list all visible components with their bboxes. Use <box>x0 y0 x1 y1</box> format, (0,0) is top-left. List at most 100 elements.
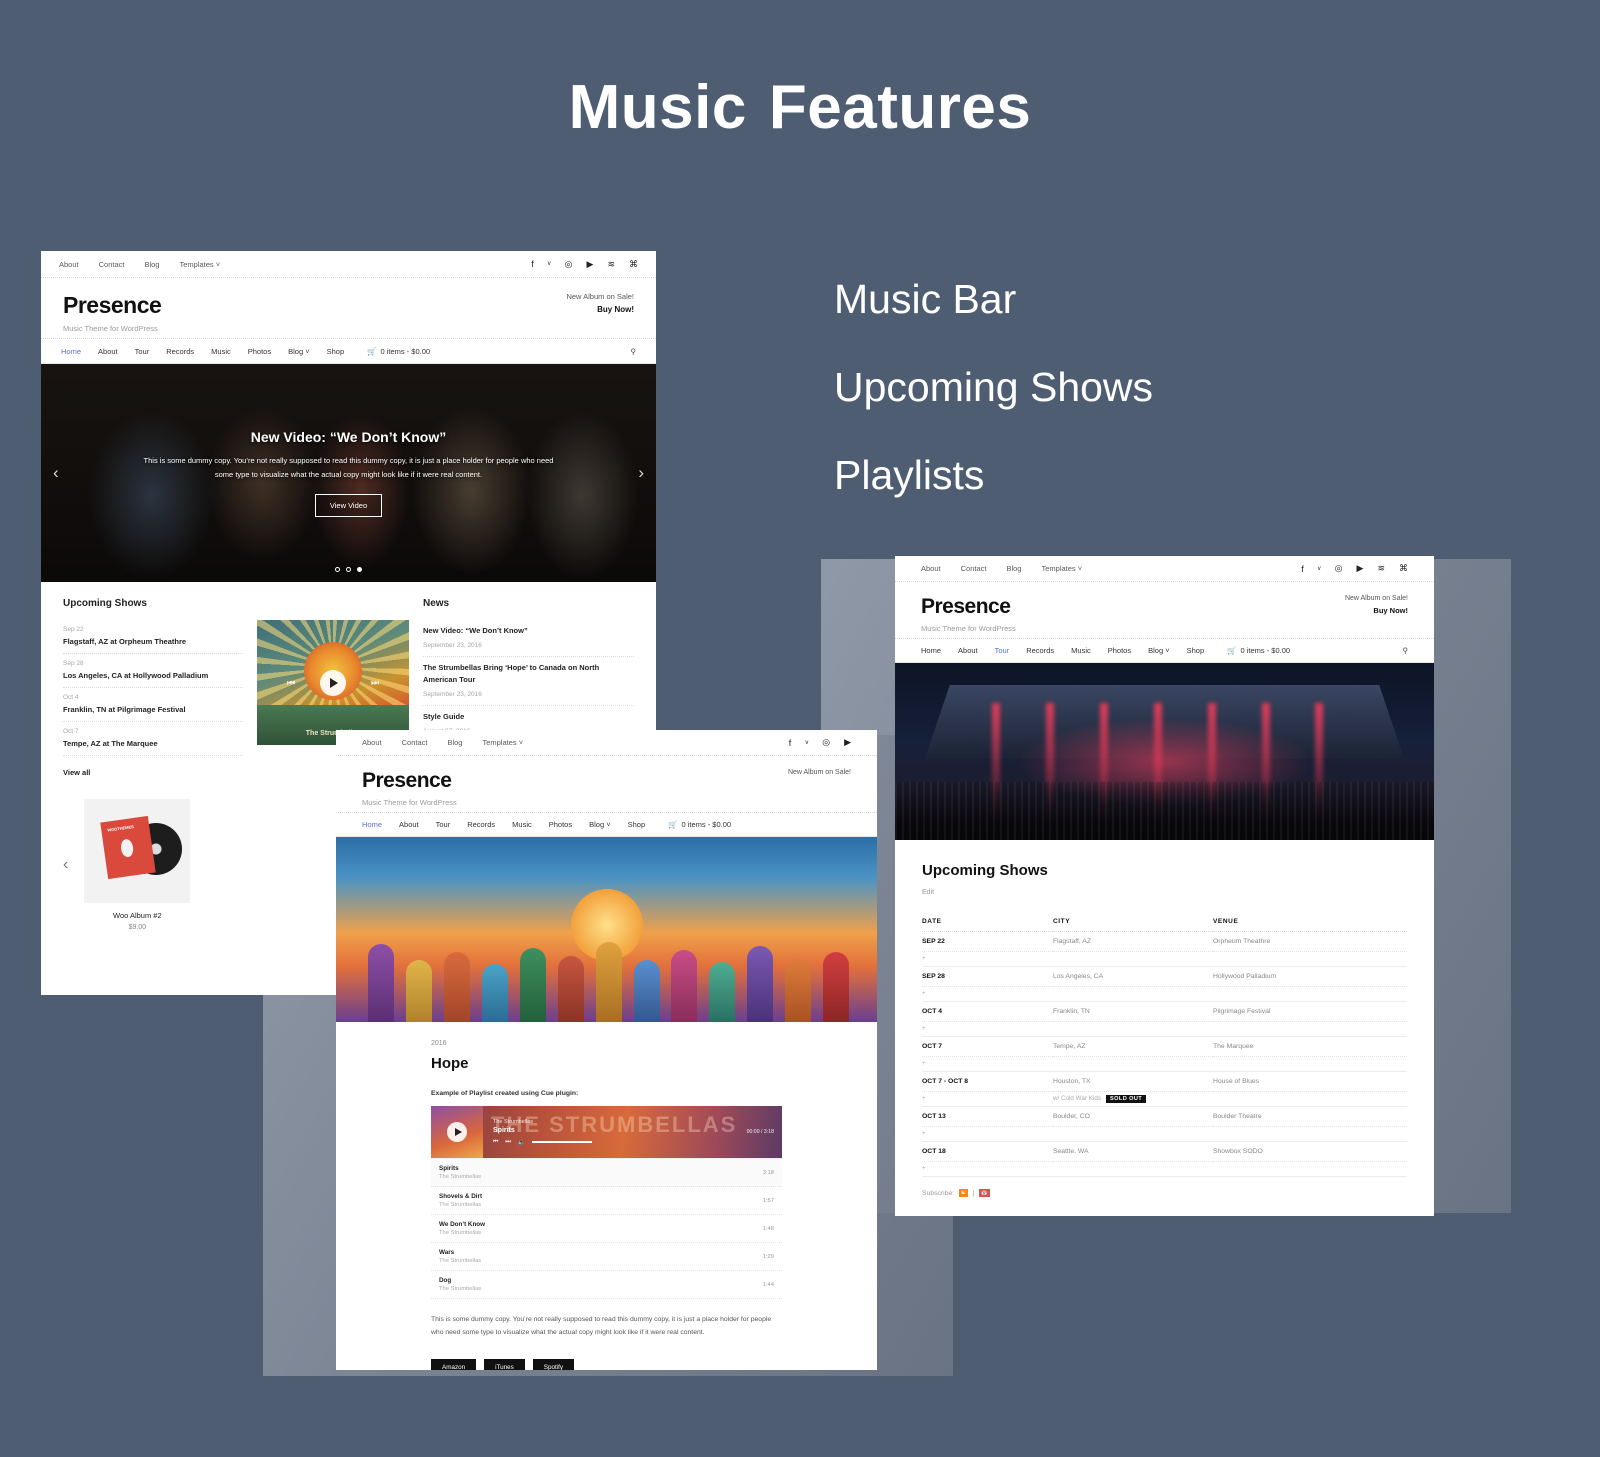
browser-window-tour[interactable]: About Contact Blog Templates ˅ f ᵛ ◎ ▶ ≋… <box>895 556 1434 1216</box>
track-row[interactable]: Spirits The Strumbellas 3:18 <box>431 1159 782 1187</box>
soundcloud-icon[interactable]: ≋ <box>1377 563 1385 574</box>
expand-icon[interactable]: + <box>922 1126 1053 1142</box>
youtube-icon[interactable]: ▶ <box>1357 563 1364 574</box>
volume-icon[interactable]: 🔈 <box>518 1139 525 1146</box>
top-link-about[interactable]: About <box>59 260 79 269</box>
nav-item-home[interactable]: Home <box>921 646 941 655</box>
nav-item-photos[interactable]: Photos <box>549 820 572 829</box>
facebook-icon[interactable]: f <box>789 738 792 748</box>
rss-icon[interactable]: ☯ <box>959 1189 968 1197</box>
skip-forward-icon[interactable]: ⏭ <box>371 677 379 688</box>
expand-icon[interactable]: + <box>922 1161 1053 1177</box>
instagram-icon[interactable]: ◎ <box>1335 563 1343 574</box>
top-link-templates[interactable]: Templates ˅ <box>482 738 523 747</box>
nav-item-about[interactable]: About <box>98 347 118 356</box>
nav-item-about[interactable]: About <box>958 646 978 655</box>
track-row[interactable]: Shovels & Dirt The Strumbellas 1:57 <box>431 1187 782 1215</box>
top-link-blog[interactable]: Blog <box>447 738 462 747</box>
cart-button[interactable]: 🛒 0 items - $0.00 <box>1227 646 1290 655</box>
nav-item-records[interactable]: Records <box>1026 646 1054 655</box>
track-row[interactable]: Dog The Strumbellas 1:44 <box>431 1271 782 1299</box>
soundcloud-icon[interactable]: ≋ <box>607 259 615 270</box>
table-row[interactable]: OCT 7 Tempe, AZ The Marquee <box>922 1036 1407 1057</box>
facebook-icon[interactable]: f <box>531 259 534 269</box>
table-row[interactable]: OCT 7 - OCT 8 Houston, TX House of Blues <box>922 1071 1407 1092</box>
slider-dot[interactable] <box>346 567 351 572</box>
track-row[interactable]: We Don’t Know The Strumbellas 1:48 <box>431 1215 782 1243</box>
search-icon[interactable]: ⚲ <box>631 347 637 356</box>
table-row[interactable]: SEP 22 Flagstaff, AZ Orpheum Theathre <box>922 931 1407 952</box>
twitter-icon[interactable]: ᵛ <box>1318 564 1321 574</box>
nav-item-tour[interactable]: Tour <box>436 820 451 829</box>
show-item[interactable]: Sep 28 Los Angeles, CA at Hollywood Pall… <box>63 654 243 688</box>
nav-item-tour[interactable]: Tour <box>135 347 150 356</box>
skip-back-icon[interactable]: ⏮ <box>493 1139 498 1146</box>
expand-icon[interactable]: + <box>922 951 1053 967</box>
youtube-icon[interactable]: ▶ <box>844 737 851 748</box>
news-item[interactable]: The Strumbellas Bring ‘Hope’ to Canada o… <box>423 657 634 706</box>
product-card[interactable]: WOOTHEMES Woo Album #2 $9.00 <box>84 799 191 931</box>
nav-item-shop[interactable]: Shop <box>327 347 345 356</box>
expand-icon[interactable]: + <box>922 1091 1053 1107</box>
expand-icon[interactable]: + <box>922 986 1053 1002</box>
slider-dot-active[interactable] <box>357 567 362 572</box>
chevron-right-icon[interactable]: › <box>638 463 644 483</box>
nav-item-shop[interactable]: Shop <box>1187 646 1205 655</box>
search-icon[interactable]: ⚲ <box>1403 646 1409 655</box>
nav-item-photos[interactable]: Photos <box>248 347 271 356</box>
cart-button[interactable]: 🛒 0 items - $0.00 <box>668 820 731 829</box>
expand-icon[interactable]: + <box>922 1021 1053 1037</box>
amazon-button[interactable]: Amazon <box>431 1359 477 1370</box>
top-link-blog[interactable]: Blog <box>1006 564 1021 573</box>
top-link-about[interactable]: About <box>921 564 941 573</box>
slider-dots[interactable] <box>41 567 656 572</box>
top-link-templates[interactable]: Templates ˅ <box>1041 564 1082 573</box>
nav-item-about[interactable]: About <box>399 820 419 829</box>
album-art-player[interactable]: ⏮ ⏭ The Strumbellas <box>257 620 409 745</box>
audio-player[interactable]: THE STRUMBELLAS The Strumbellas Spirits … <box>431 1106 782 1158</box>
top-link-contact[interactable]: Contact <box>961 564 987 573</box>
table-row[interactable]: OCT 18 Seattle, WA Showbox SODO <box>922 1141 1407 1162</box>
play-button[interactable] <box>447 1122 467 1142</box>
top-link-contact[interactable]: Contact <box>99 260 125 269</box>
spotify-button[interactable]: Spotify <box>532 1359 575 1370</box>
view-all-link[interactable]: View all <box>63 768 243 777</box>
nav-item-records[interactable]: Records <box>166 347 194 356</box>
cart-button[interactable]: 🛒 0 items - $0.00 <box>367 347 430 356</box>
twitter-icon[interactable]: ᵛ <box>548 259 551 269</box>
browser-window-playlist[interactable]: About Contact Blog Templates ˅ f ᵛ ◎ ▶ P… <box>336 730 877 1370</box>
instagram-icon[interactable]: ◎ <box>822 737 830 748</box>
top-link-about[interactable]: About <box>362 738 382 747</box>
apple-music-icon[interactable]: ⌘ <box>1399 563 1408 574</box>
table-row[interactable]: SEP 28 Los Angeles, CA Hollywood Palladi… <box>922 966 1407 987</box>
facebook-icon[interactable]: f <box>1301 564 1304 574</box>
youtube-icon[interactable]: ▶ <box>587 259 594 270</box>
track-row[interactable]: Wars The Strumbellas 1:29 <box>431 1243 782 1271</box>
calendar-icon[interactable]: 📅 <box>979 1189 990 1197</box>
skip-back-icon[interactable]: ⏮ <box>287 677 295 688</box>
site-brand[interactable]: Presence <box>362 769 457 793</box>
show-item[interactable]: Sep 22 Flagstaff, AZ at Orpheum Theathre <box>63 620 243 654</box>
table-row[interactable]: OCT 4 Franklin, TN Pilgrimage Festival <box>922 1001 1407 1022</box>
nav-item-records[interactable]: Records <box>467 820 495 829</box>
nav-item-shop[interactable]: Shop <box>628 820 646 829</box>
top-link-templates[interactable]: Templates ˅ <box>179 260 220 269</box>
show-item[interactable]: Oct 4 Franklin, TN at Pilgrimage Festiva… <box>63 688 243 722</box>
slider-dot[interactable] <box>335 567 340 572</box>
chevron-left-icon[interactable]: ‹ <box>53 463 59 483</box>
promo-buy-now[interactable]: Buy Now! <box>1345 606 1408 615</box>
table-row[interactable]: OCT 13 Boulder, CO Boulder Theatre <box>922 1106 1407 1127</box>
chevron-left-icon[interactable]: ‹ <box>63 856 68 874</box>
nav-item-home[interactable]: Home <box>61 347 81 356</box>
play-button[interactable] <box>320 669 346 696</box>
nav-item-music[interactable]: Music <box>211 347 231 356</box>
hero-slider[interactable]: New Video: “We Don’t Know” This is some … <box>41 364 656 582</box>
show-item[interactable]: Oct 7 Tempe, AZ at The Marquee <box>63 722 243 756</box>
instagram-icon[interactable]: ◎ <box>565 259 573 270</box>
nav-item-blog[interactable]: Blog ˅ <box>288 347 309 356</box>
skip-forward-icon[interactable]: ⏭ <box>505 1139 510 1146</box>
promo-buy-now[interactable]: Buy Now! <box>566 305 634 314</box>
edit-link[interactable]: Edit <box>922 889 1407 896</box>
nav-item-home[interactable]: Home <box>362 820 382 829</box>
news-item[interactable]: New Video: “We Don’t Know” September 23,… <box>423 620 634 657</box>
